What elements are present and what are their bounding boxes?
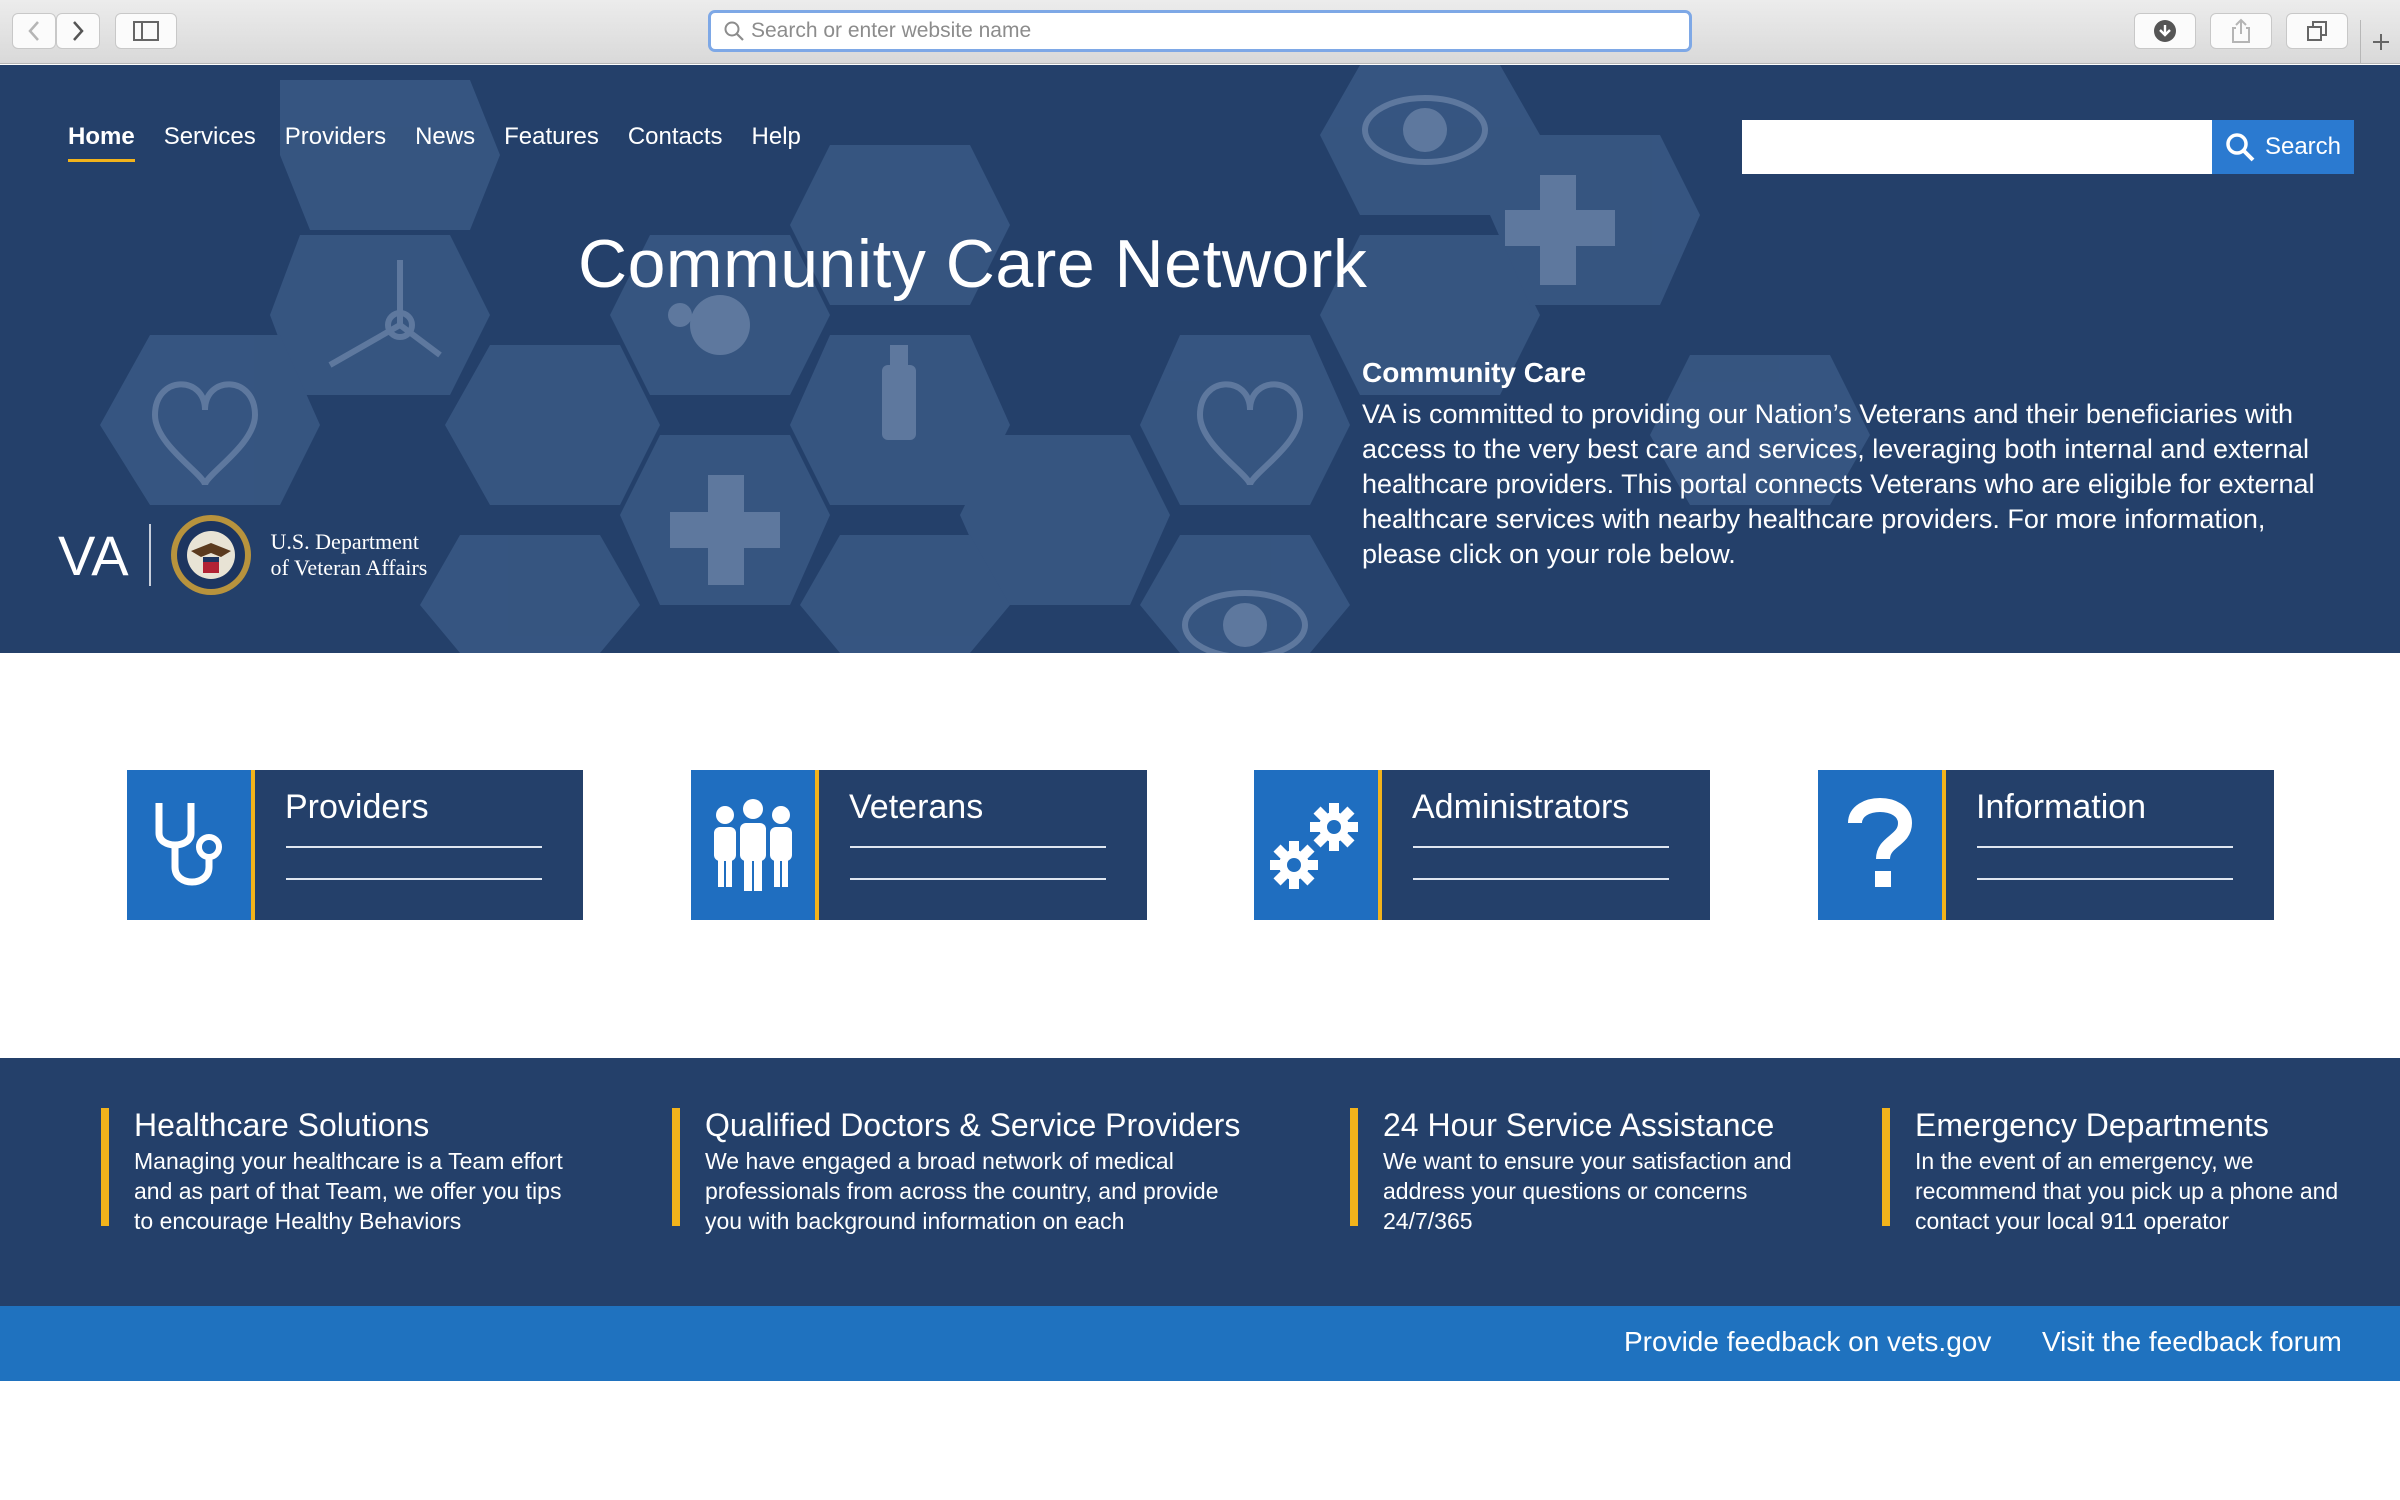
feature-qualified-doctors: Qualified Doctors & Service Providers We… [672,1107,1252,1234]
role-label-providers: Providers [285,788,429,826]
site-search: Search [1742,120,2354,174]
nav-services[interactable]: Services [164,123,256,162]
page-title: Community Care Network [578,226,1368,302]
va-seal-icon [170,515,251,595]
logo-divider [148,524,151,586]
card-divider [1413,878,1669,880]
nav-help[interactable]: Help [752,123,801,162]
va-logo[interactable]: VA U.S. Department of Veteran Affairs [58,513,427,597]
site-search-input[interactable] [1742,120,2212,174]
feature-text: We want to ensure your satisfaction and … [1383,1148,1792,1234]
role-icon-box [127,770,255,920]
hero-banner: Home Services Providers News Features Co… [0,65,2400,653]
feature-text: Managing your healthcare is a Team effor… [134,1148,563,1234]
card-divider [850,878,1106,880]
role-card-providers[interactable]: Providers [127,770,583,920]
nav-providers[interactable]: Providers [285,123,386,162]
role-icon-box [1254,770,1382,920]
va-dept-name: U.S. Department of Veteran Affairs [271,529,428,581]
feedback-forum-link[interactable]: Visit the feedback forum [2042,1326,2342,1358]
search-icon [724,21,744,41]
feedback-vets-gov-link[interactable]: Provide feedback on vets.gov [1624,1326,1991,1358]
card-divider [1977,878,2233,880]
stethoscope-icon [155,803,222,886]
va-dept-line1: U.S. Department [270,529,420,554]
card-divider [286,846,542,848]
nav-features[interactable]: Features [504,123,599,162]
people-icon [714,799,792,891]
nav-contacts[interactable]: Contacts [628,123,723,162]
feature-text: We have engaged a broad network of medic… [705,1148,1219,1234]
download-icon [2154,20,2176,42]
nav-news[interactable]: News [415,123,475,162]
va-logo-mark: VA [58,523,129,587]
back-icon [28,21,39,41]
role-card-administrators[interactable]: Administrators [1254,770,1710,920]
new-tab-button[interactable] [2360,20,2400,64]
card-divider [286,878,542,880]
share-button[interactable] [2210,13,2272,49]
role-label-information: Information [1976,788,2147,826]
role-label-veterans: Veterans [849,788,984,826]
feature-title: 24 Hour Service Assistance [1383,1107,1775,1143]
feature-24-hour-assistance: 24 Hour Service Assistance We want to en… [1350,1107,1800,1234]
site-search-button[interactable]: Search [2212,120,2354,174]
role-selection: Providers Veterans Administrators Inform… [0,653,2400,1058]
nav-home[interactable]: Home [68,123,135,162]
features-section: Healthcare Solutions Managing your healt… [0,1058,2400,1306]
main-nav: Home Services Providers News Features Co… [68,123,830,162]
back-button[interactable] [12,13,56,49]
sidebar-icon [133,21,159,41]
sidebar-button[interactable] [115,13,177,49]
feedback-footer: Provide feedback on vets.gov Visit the f… [0,1306,2400,1381]
feature-title: Qualified Doctors & Service Providers [705,1107,1241,1143]
browser-toolbar [0,0,2400,64]
va-dept-line2: of Veteran Affairs [270,555,428,580]
tabs-button[interactable] [2286,13,2348,49]
search-icon [2226,133,2255,162]
gears-icon [1270,803,1358,889]
forward-icon [73,21,84,41]
feature-title: Healthcare Solutions [134,1107,430,1143]
feature-emergency-departments: Emergency Departments In the event of an… [1882,1107,2352,1234]
address-bar[interactable] [708,10,1692,52]
feature-healthcare-solutions: Healthcare Solutions Managing your healt… [101,1107,581,1234]
plus-icon [2372,34,2389,50]
card-divider [1413,846,1669,848]
role-icon-box [1818,770,1946,920]
card-divider [1977,846,2233,848]
role-label-administrators: Administrators [1412,788,1630,826]
address-input[interactable] [745,14,1665,48]
role-card-veterans[interactable]: Veterans [691,770,1147,920]
feature-text: In the event of an emergency, we recomme… [1915,1148,2339,1234]
search-button-label: Search [2264,133,2342,160]
download-button[interactable] [2134,13,2196,49]
role-card-information[interactable]: Information [1818,770,2274,920]
question-icon [1848,798,1913,887]
feature-title: Emergency Departments [1915,1107,2269,1143]
card-divider [850,846,1106,848]
intro-heading: Community Care [1362,357,1587,388]
forward-button[interactable] [56,13,100,49]
tabs-icon [2307,21,2327,41]
intro-text: VA is committed to providing our Nation’… [1362,399,2315,569]
share-icon [2232,18,2250,43]
role-icon-box [691,770,819,920]
